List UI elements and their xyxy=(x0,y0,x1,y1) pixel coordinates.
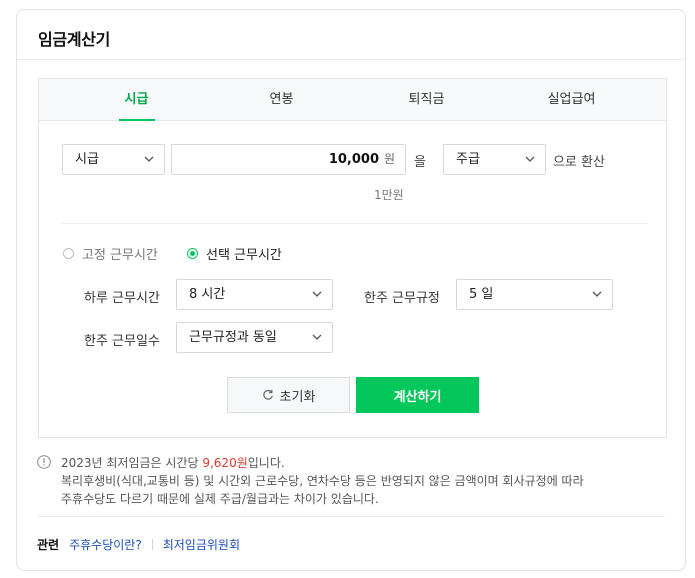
bottom-divider xyxy=(37,516,665,517)
refresh-icon xyxy=(262,389,273,400)
notice-line-1-post: 입니다. xyxy=(247,456,285,470)
weekly-rule-label: 한주 근무규정 xyxy=(364,291,440,306)
daily-hours-label: 하루 근무시간 xyxy=(84,291,160,306)
notice-line-1-pre: 2023년 최저임금은 시간당 xyxy=(61,456,203,470)
calculator-panel: 시급 연봉 퇴직금 실업급여 시급 10,000 원 을 주급 으로 환산 1만… xyxy=(38,78,667,438)
title-divider xyxy=(17,59,685,60)
link-separator xyxy=(151,539,153,550)
amount-hint: 1만원 xyxy=(374,188,404,202)
weekly-rule-value: 5 일 xyxy=(469,287,494,302)
minimum-wage-value: 9,620원 xyxy=(202,456,248,470)
tab-annual[interactable]: 연봉 xyxy=(224,79,339,120)
radio-fixed-hours[interactable]: 고정 근무시간 xyxy=(63,244,158,263)
weekly-rule-select[interactable]: 5 일 xyxy=(456,279,613,310)
chevron-down-icon xyxy=(592,291,602,297)
radio-dot xyxy=(63,248,74,259)
reset-button[interactable]: 초기화 xyxy=(227,377,350,413)
reset-button-label: 초기화 xyxy=(279,389,316,405)
weekly-days-select[interactable]: 근무규정과 동일 xyxy=(176,322,333,353)
radio-selected-hours[interactable]: 선택 근무시간 xyxy=(187,244,282,263)
convert-suffix-text: 으로 환산 xyxy=(553,155,605,170)
chevron-down-icon xyxy=(525,156,535,162)
to-unit-value: 주급 xyxy=(456,152,480,167)
amount-input[interactable]: 10,000 원 xyxy=(171,144,406,175)
calculate-button[interactable]: 계산하기 xyxy=(356,377,479,413)
amount-value: 10,000 xyxy=(328,152,379,167)
radio-dot xyxy=(187,248,198,259)
notice-line-3: 주휴수당도 다르기 때문에 실제 주급/월급과는 차이가 있습니다. xyxy=(61,492,379,506)
link-minimum-wage-commission[interactable]: 최저임금위원회 xyxy=(163,536,240,553)
to-unit-select[interactable]: 주급 xyxy=(443,144,546,175)
radio-selected-hours-label: 선택 근무시간 xyxy=(206,248,282,263)
particle-text: 을 xyxy=(414,155,426,170)
info-icon xyxy=(37,455,51,469)
calculate-button-label: 계산하기 xyxy=(393,389,442,405)
tab-unemployment[interactable]: 실업급여 xyxy=(514,79,629,120)
section-divider xyxy=(61,223,648,224)
weekly-days-label: 한주 근무일수 xyxy=(84,334,160,349)
daily-hours-select[interactable]: 8 시간 xyxy=(176,279,333,310)
related-label: 관련 xyxy=(37,538,60,552)
tab-severance[interactable]: 퇴직금 xyxy=(369,79,484,120)
card-title: 임금계산기 xyxy=(38,30,111,49)
related-links: 관련 주휴수당이란? 최저임금위원회 xyxy=(37,536,240,553)
notice-line-2: 복리후생비(식대,교통비 등) 및 시간외 근로수당, 연차수당 등은 반영되지… xyxy=(61,474,584,488)
radio-fixed-hours-label: 고정 근무시간 xyxy=(82,248,158,263)
chevron-down-icon xyxy=(312,291,322,297)
from-unit-select[interactable]: 시급 xyxy=(62,144,165,175)
chevron-down-icon xyxy=(312,334,322,340)
link-weekly-holiday-pay[interactable]: 주휴수당이란? xyxy=(69,536,142,553)
wage-calculator-card: 임금계산기 시급 연봉 퇴직금 실업급여 시급 10,000 원 을 주급 으로… xyxy=(16,9,686,571)
weekly-days-value: 근무규정과 동일 xyxy=(189,330,277,345)
daily-hours-value: 8 시간 xyxy=(189,287,226,302)
amount-unit: 원 xyxy=(383,152,395,166)
from-unit-value: 시급 xyxy=(75,152,99,167)
calculator-tabs: 시급 연봉 퇴직금 실업급여 xyxy=(39,79,666,121)
tab-hourly[interactable]: 시급 xyxy=(79,79,194,120)
chevron-down-icon xyxy=(144,156,154,162)
notice-line-1: 2023년 최저임금은 시간당 9,620원입니다. xyxy=(61,454,285,471)
